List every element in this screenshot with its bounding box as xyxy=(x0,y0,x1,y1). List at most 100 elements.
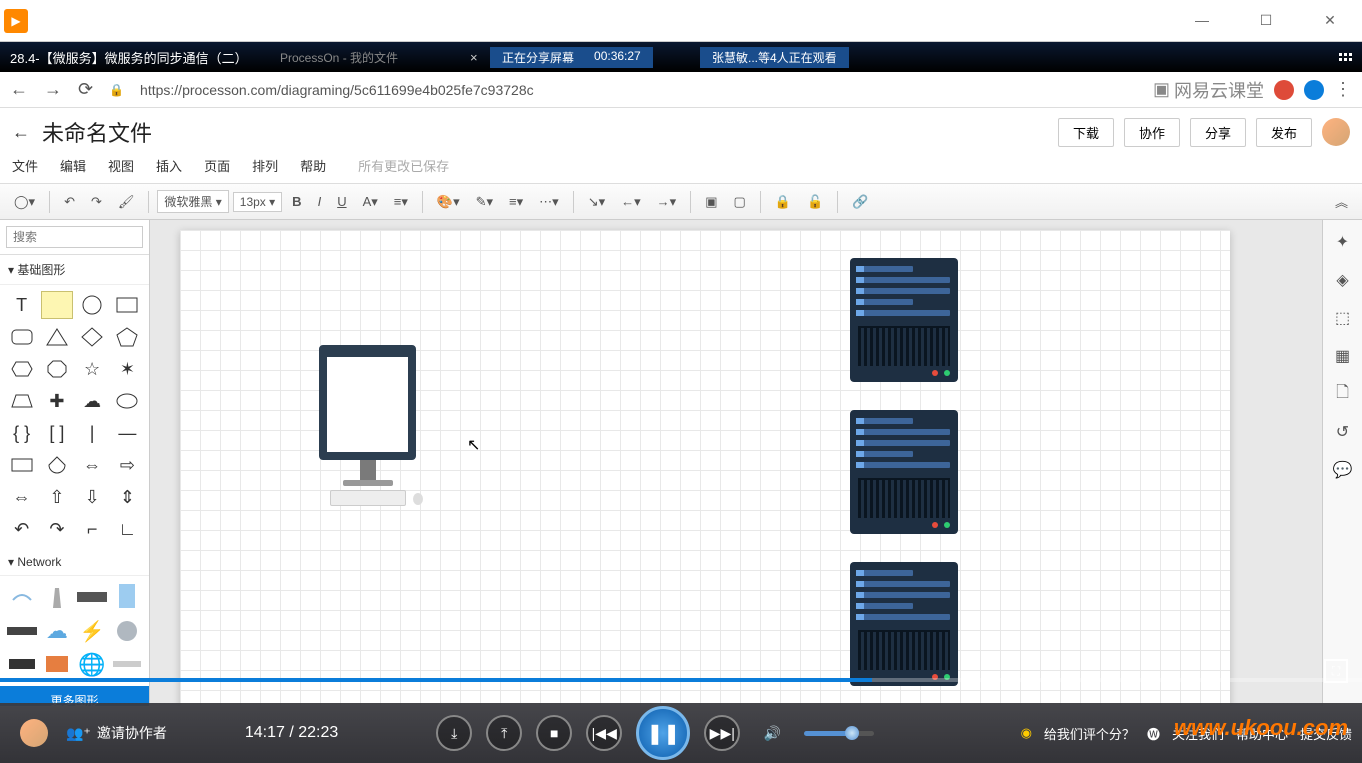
shape-octagon[interactable] xyxy=(41,355,72,383)
shape-ellipse[interactable] xyxy=(112,387,143,415)
shape-uturn-r[interactable]: ↷ xyxy=(41,515,72,543)
net-switch[interactable] xyxy=(77,582,108,612)
shape-brace-l[interactable]: { } xyxy=(6,419,37,447)
ext-ie-icon[interactable] xyxy=(1304,80,1324,100)
user-avatar[interactable] xyxy=(1322,118,1350,146)
shape-tool-icon[interactable]: ◯▾ xyxy=(8,190,41,214)
net-globe[interactable]: 🌐 xyxy=(77,650,108,680)
shape-pentagon[interactable] xyxy=(112,323,143,351)
shape-arrow-ud[interactable]: ⇕ xyxy=(112,483,143,511)
shape-cloud[interactable]: ☁ xyxy=(77,387,108,415)
outline-icon[interactable]: ◈ xyxy=(1331,268,1355,292)
publish-button[interactable]: 发布 xyxy=(1256,118,1312,147)
arrow-end-icon[interactable]: →▾ xyxy=(651,190,683,214)
shape-hexagon[interactable] xyxy=(6,355,37,383)
redo-icon[interactable]: ↷ xyxy=(85,190,108,214)
fullscreen-button[interactable]: ⛶ xyxy=(1324,659,1348,683)
shape-trapezoid[interactable] xyxy=(6,387,37,415)
diagram-computer[interactable] xyxy=(319,345,416,506)
collab-button[interactable]: 协作 xyxy=(1124,118,1180,147)
back-arrow-icon[interactable]: ← xyxy=(12,122,30,143)
diagram-server-1[interactable] xyxy=(850,258,958,382)
italic-icon[interactable]: I xyxy=(312,190,328,213)
shape-roundrect[interactable] xyxy=(6,323,37,351)
menu-insert[interactable]: 插入 xyxy=(156,156,182,175)
front-icon[interactable]: ▣ xyxy=(699,190,723,214)
volume-slider[interactable] xyxy=(804,731,874,736)
shape-cross[interactable]: ✚ xyxy=(41,387,72,415)
url-bar[interactable]: https://processon.com/diagraming/5c61169… xyxy=(140,82,1137,98)
shape-text[interactable]: T xyxy=(6,291,37,319)
layers-icon[interactable]: ⬚ xyxy=(1331,306,1355,330)
line-style-icon[interactable]: ⋯▾ xyxy=(533,190,565,214)
shape-line-v[interactable]: | xyxy=(77,419,108,447)
menu-help[interactable]: 帮助 xyxy=(300,156,326,175)
shape-diamond[interactable] xyxy=(77,323,108,351)
net-rack[interactable] xyxy=(6,650,37,680)
tab-close-icon[interactable]: × xyxy=(470,50,478,65)
underline-icon[interactable]: U xyxy=(331,190,352,213)
shape-card[interactable] xyxy=(6,451,37,479)
collapse-toolbar-icon[interactable]: ︽ xyxy=(1329,188,1354,215)
next-button[interactable]: ▶▶| xyxy=(704,715,740,751)
font-family-select[interactable]: 微软雅黑 ▾ xyxy=(157,190,228,213)
fill-color-icon[interactable]: 🎨▾ xyxy=(431,190,466,214)
shape-star6[interactable]: ✶ xyxy=(112,355,143,383)
menu-page[interactable]: 页面 xyxy=(204,156,230,175)
menu-edit[interactable]: 编辑 xyxy=(60,156,86,175)
navigator-icon[interactable]: ✦ xyxy=(1331,230,1355,254)
shape-note[interactable] xyxy=(41,291,72,319)
align-icon[interactable]: ≡▾ xyxy=(388,190,414,214)
net-firewall[interactable] xyxy=(41,650,72,680)
comment-icon[interactable]: 💬 xyxy=(1331,458,1355,482)
rate-link[interactable]: 给我们评个分？ xyxy=(1044,724,1135,743)
diagram-server-2[interactable] xyxy=(850,410,958,534)
connector-icon[interactable]: ↘▾ xyxy=(582,190,611,214)
history-icon[interactable]: ↺ xyxy=(1331,420,1355,444)
volume-icon[interactable]: 🔊 xyxy=(754,715,790,751)
shape-angle[interactable]: ∟ xyxy=(112,515,143,543)
net-building[interactable] xyxy=(112,582,143,612)
menu-file[interactable]: 文件 xyxy=(12,156,38,175)
prev-button[interactable]: |◀◀ xyxy=(586,715,622,751)
shape-bracket[interactable]: [ ] xyxy=(41,419,72,447)
pages-icon[interactable]: ▦ xyxy=(1331,344,1355,368)
net-wifi[interactable] xyxy=(6,582,37,612)
shape-uturn-l[interactable]: ↶ xyxy=(6,515,37,543)
section-network[interactable]: ▾ Network xyxy=(0,549,149,576)
back-icon[interactable]: ▢ xyxy=(727,190,751,214)
menu-grid-icon[interactable] xyxy=(1339,53,1352,61)
stop-button[interactable]: ■ xyxy=(536,715,572,751)
net-cloud[interactable]: ☁ xyxy=(41,616,72,646)
browser-tab-label[interactable]: ProcessOn - 我的文件 xyxy=(280,49,398,66)
video-progress-bar[interactable] xyxy=(0,678,1362,682)
font-size-select[interactable]: 13px ▾ xyxy=(233,192,282,212)
net-flash[interactable]: ⚡ xyxy=(77,616,108,646)
line-color-icon[interactable]: ✎▾ xyxy=(470,190,499,214)
invite-collab-button[interactable]: 👥⁺ 邀请协作者 xyxy=(66,723,167,743)
shape-star[interactable]: ☆ xyxy=(77,355,108,383)
shape-arrow-lr[interactable]: ⇔ xyxy=(77,451,108,479)
shape-circle[interactable] xyxy=(77,291,108,319)
canvas-area[interactable]: ↖ ✦ ◈ ⬚ ▦ 🗋 ↺ 💬 xyxy=(150,220,1362,706)
menu-view[interactable]: 视图 xyxy=(108,156,134,175)
net-router[interactable] xyxy=(6,616,37,646)
canvas-page[interactable]: ↖ xyxy=(180,230,1230,706)
undo-icon[interactable]: ↶ xyxy=(58,190,81,214)
speed-down-button[interactable]: ⤓ xyxy=(436,715,472,751)
unlock-icon[interactable]: 🔓 xyxy=(801,190,829,214)
diagram-server-3[interactable] xyxy=(850,562,958,686)
minimize-button[interactable]: — xyxy=(1182,12,1222,29)
net-satellite[interactable] xyxy=(112,616,143,646)
shape-rect[interactable] xyxy=(112,291,143,319)
menu-arrange[interactable]: 排列 xyxy=(252,156,278,175)
shape-arrow-r[interactable]: ⇨ xyxy=(112,451,143,479)
maximize-button[interactable]: ☐ xyxy=(1246,12,1286,29)
shape-line-h[interactable]: — xyxy=(112,419,143,447)
line-width-icon[interactable]: ≡▾ xyxy=(503,190,529,214)
reload-button[interactable]: ⟳ xyxy=(78,79,93,100)
browser-menu-icon[interactable]: ⋮ xyxy=(1334,79,1352,100)
format-painter-icon[interactable]: 🖌 xyxy=(112,190,141,214)
document-title[interactable]: 未命名文件 xyxy=(42,116,152,148)
font-color-icon[interactable]: A▾ xyxy=(357,190,384,214)
